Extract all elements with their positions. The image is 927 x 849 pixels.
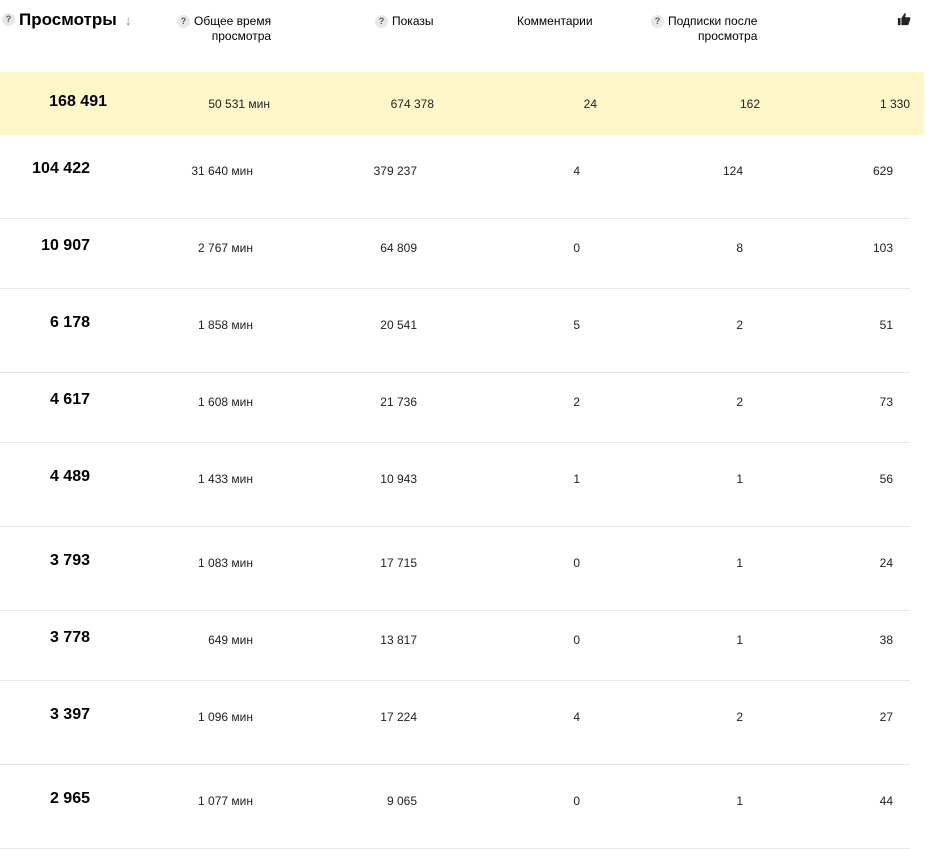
cell-subscriptions: 8 [736, 241, 743, 255]
column-header-subs-line1: Подписки после [668, 14, 758, 28]
table-row[interactable]: 3 778 649 мин 13 817 0 1 38 [0, 611, 910, 681]
column-header-impressions[interactable]: ? Показы [375, 14, 433, 29]
cell-views: 4 617 [49, 391, 90, 408]
cell-subscriptions: 1 [736, 633, 743, 647]
cell-comments: 4 [573, 164, 580, 178]
cell-impressions: 13 817 [380, 633, 417, 647]
column-header-subs-line2: просмотра [698, 29, 758, 43]
column-header-watch-time-line2: просмотра [211, 29, 272, 43]
cell-comments: 5 [573, 318, 580, 332]
cell-subscriptions: 2 [736, 710, 743, 724]
cell-impressions: 64 809 [380, 241, 417, 255]
cell-views: 3 778 [49, 629, 90, 646]
cell-comments: 2 [573, 395, 580, 409]
help-icon[interactable]: ? [375, 15, 388, 28]
column-header-views[interactable]: ? Просмотры ↓ [2, 10, 132, 30]
table-row[interactable]: 3 793 1 083 мин 17 715 0 1 24 [0, 527, 910, 611]
cell-impressions: 9 065 [386, 794, 417, 808]
cell-impressions: 17 224 [380, 710, 417, 724]
thumbs-up-icon[interactable] [897, 12, 911, 26]
cell-subscriptions: 2 [736, 395, 743, 409]
cell-likes: 629 [872, 164, 893, 178]
cell-likes: 27 [879, 710, 893, 724]
column-header-watch-time[interactable]: ? Общее время просмотра [177, 14, 271, 44]
column-header-impressions-label: Показы [392, 14, 434, 28]
cell-subscriptions: 2 [736, 318, 743, 332]
cell-likes: 1 330 [879, 97, 910, 111]
cell-likes: 103 [872, 241, 893, 255]
table-body: 168 491 50 531 мин 674 378 24 162 1 330 104 42… [0, 72, 927, 849]
cell-comments: 24 [583, 97, 597, 111]
cell-watch-time: 1 077 мин [198, 794, 253, 808]
cell-impressions: 17 715 [380, 556, 417, 570]
cell-likes: 73 [879, 395, 893, 409]
help-icon[interactable]: ? [2, 13, 15, 26]
cell-subscriptions: 124 [722, 164, 743, 178]
help-icon[interactable]: ? [177, 15, 190, 28]
column-header-comments[interactable]: Комментарии [517, 14, 593, 29]
cell-watch-time: 1 858 мин [198, 318, 253, 332]
table-row[interactable]: 168 491 50 531 мин 674 378 24 162 1 330 [0, 72, 924, 135]
cell-watch-time: 2 767 мин [198, 241, 253, 255]
table-row[interactable]: 4 617 1 608 мин 21 736 2 2 73 [0, 373, 910, 443]
table-row[interactable]: 4 489 1 433 мин 10 943 1 1 56 [0, 443, 910, 527]
table-row[interactable]: 104 422 31 640 мин 379 237 4 124 629 [0, 135, 910, 219]
cell-watch-time: 50 531 мин [208, 97, 270, 111]
cell-comments: 1 [573, 472, 580, 486]
column-header-comments-label: Комментарии [517, 14, 593, 28]
column-header-watch-time-label: Общее время просмотра [194, 14, 271, 44]
cell-subscriptions: 1 [736, 472, 743, 486]
cell-watch-time: 1 608 мин [198, 395, 253, 409]
cell-watch-time: 1 433 мин [198, 472, 253, 486]
cell-impressions: 379 237 [373, 164, 417, 178]
table-row[interactable]: 6 178 1 858 мин 20 541 5 2 51 [0, 289, 910, 373]
cell-views: 6 178 [49, 314, 90, 331]
cell-comments: 0 [573, 241, 580, 255]
help-icon[interactable]: ? [651, 15, 664, 28]
cell-subscriptions: 162 [739, 97, 760, 111]
cell-views: 168 491 [49, 93, 107, 110]
cell-views: 2 965 [49, 790, 90, 807]
cell-comments: 0 [573, 794, 580, 808]
cell-impressions: 674 378 [390, 97, 434, 111]
cell-likes: 56 [879, 472, 893, 486]
cell-likes: 24 [879, 556, 893, 570]
cell-views: 104 422 [32, 160, 90, 177]
cell-watch-time: 1 096 мин [198, 710, 253, 724]
column-header-views-label: Просмотры [19, 10, 117, 29]
cell-comments: 0 [573, 556, 580, 570]
cell-views: 10 907 [41, 237, 90, 254]
cell-comments: 4 [573, 710, 580, 724]
table-row[interactable]: 3 397 1 096 мин 17 224 4 2 27 [0, 681, 910, 765]
cell-views: 3 397 [49, 706, 90, 723]
cell-impressions: 21 736 [380, 395, 417, 409]
cell-likes: 51 [879, 318, 893, 332]
table-row[interactable]: 10 907 2 767 мин 64 809 0 8 103 [0, 219, 910, 289]
cell-views: 3 793 [49, 552, 90, 569]
cell-impressions: 10 943 [380, 472, 417, 486]
cell-comments: 0 [573, 633, 580, 647]
cell-views: 4 489 [49, 468, 90, 485]
column-header-subscriptions-label: Подписки после просмотра [668, 14, 757, 44]
cell-watch-time: 31 640 мин [191, 164, 253, 178]
cell-impressions: 20 541 [380, 318, 417, 332]
arrow-down-icon[interactable]: ↓ [125, 10, 132, 30]
cell-likes: 38 [879, 633, 893, 647]
cell-subscriptions: 1 [736, 794, 743, 808]
column-header-watch-time-line1: Общее время [194, 14, 272, 28]
cell-subscriptions: 1 [736, 556, 743, 570]
cell-watch-time: 649 мин [208, 633, 253, 647]
cell-likes: 44 [879, 794, 893, 808]
table-row[interactable]: 2 965 1 077 мин 9 065 0 1 44 [0, 765, 910, 849]
column-header-subscriptions[interactable]: ? Подписки после просмотра [651, 14, 757, 44]
table-header: ? Просмотры ↓ ? Общее время просмотра ? … [0, 0, 927, 72]
cell-watch-time: 1 083 мин [198, 556, 253, 570]
